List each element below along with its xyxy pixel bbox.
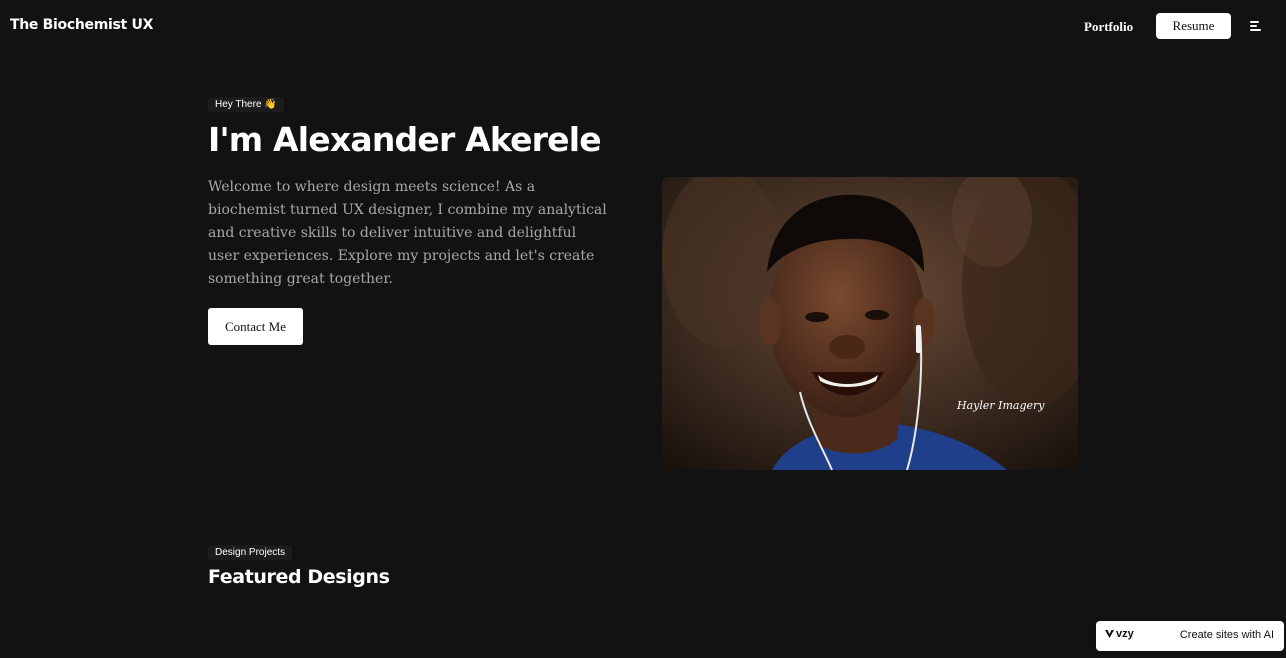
site-logo[interactable]: The Biochemist UX bbox=[10, 17, 153, 33]
nav-link-portfolio[interactable]: Portfolio bbox=[1084, 19, 1133, 35]
hero-headline: I'm Alexander Akerele bbox=[208, 120, 602, 159]
vzy-badge[interactable]: vzy Create sites with AI bbox=[1096, 621, 1284, 651]
profile-photo: Hayler Imagery bbox=[662, 177, 1078, 470]
contact-me-button[interactable]: Contact Me bbox=[208, 308, 303, 345]
vzy-chevron-icon bbox=[1105, 630, 1114, 638]
design-projects-chip: Design Projects bbox=[208, 545, 293, 560]
photo-signature: Hayler Imagery bbox=[956, 399, 1045, 412]
greeting-chip: Hey There 👋 bbox=[208, 97, 284, 112]
featured-designs-title: Featured Designs bbox=[208, 566, 390, 588]
hero-intro-text: Welcome to where design meets science! A… bbox=[208, 179, 607, 287]
hamburger-menu-icon[interactable] bbox=[1250, 21, 1261, 31]
resume-button[interactable]: Resume bbox=[1156, 13, 1231, 39]
vzy-logo: vzy bbox=[1105, 628, 1134, 640]
vzy-tagline: Create sites with AI bbox=[1179, 629, 1274, 641]
